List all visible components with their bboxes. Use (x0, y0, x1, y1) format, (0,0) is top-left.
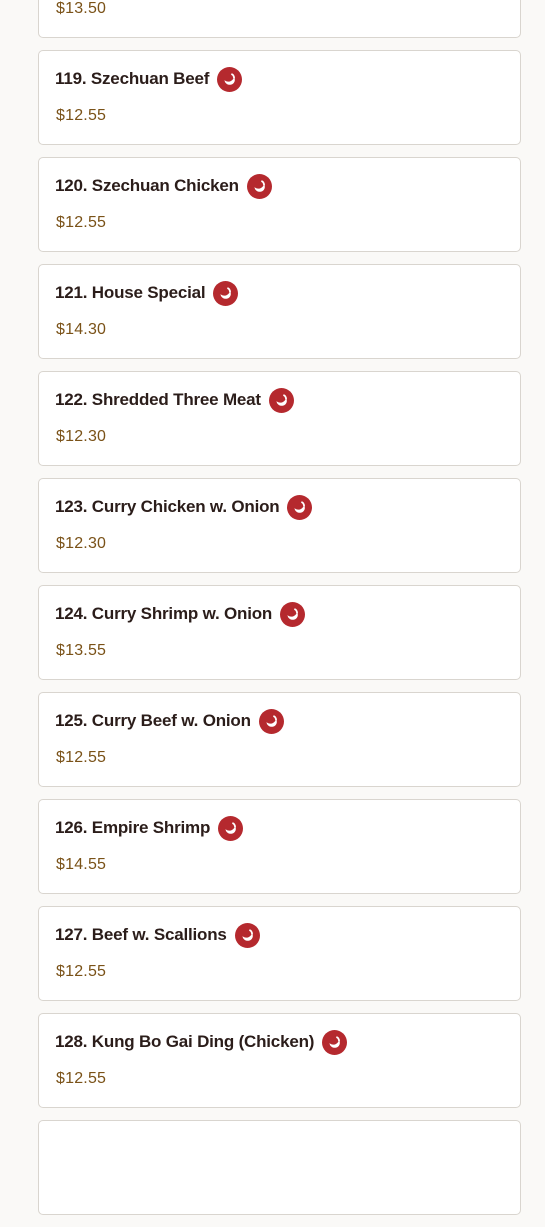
menu-item-card[interactable]: $13.50 (38, 0, 521, 38)
menu-item-card[interactable]: 123. Curry Chicken w. Onion $12.30 (38, 478, 521, 573)
menu-item-price: $12.55 (56, 1070, 107, 1087)
chili-pepper-icon (258, 708, 284, 734)
menu-item-name-row: 128. Kung Bo Gai Ding (Chicken) (55, 1028, 348, 1056)
menu-item-name-row: 127. Beef w. Scallions (55, 921, 260, 949)
chili-pepper-icon (246, 173, 272, 199)
menu-item-name: 127. Beef w. Scallions (55, 925, 227, 944)
menu-item-name: 125. Curry Beef w. Onion (55, 711, 251, 730)
menu-item-price: $12.55 (56, 107, 107, 124)
menu-item-price: $12.55 (56, 749, 107, 766)
chili-pepper-icon (234, 922, 260, 948)
menu-item-name: 126. Empire Shrimp (55, 818, 211, 837)
menu-item-price: $13.55 (56, 642, 107, 659)
chili-pepper-icon (217, 66, 243, 92)
menu-item-price: $13.50 (56, 0, 107, 17)
menu-item-name-row: 122. Shredded Three Meat (55, 386, 294, 414)
menu-item-card[interactable]: 128. Kung Bo Gai Ding (Chicken) $12.55 (38, 1013, 521, 1108)
menu-item-price: $14.55 (56, 856, 107, 873)
menu-item-name: 119. Szechuan Beef (55, 69, 210, 88)
chili-pepper-icon (213, 280, 239, 306)
menu-item-name-row: 123. Curry Chicken w. Onion (55, 493, 313, 521)
chili-pepper-icon (218, 815, 244, 841)
chili-pepper-icon (280, 601, 306, 627)
menu-item-card[interactable]: 124. Curry Shrimp w. Onion $13.55 (38, 585, 521, 680)
menu-item-name-row: 126. Empire Shrimp (55, 814, 244, 842)
menu-item-card[interactable]: 120. Szechuan Chicken $12.55 (38, 157, 521, 252)
menu-item-card[interactable]: 125. Curry Beef w. Onion $12.55 (38, 692, 521, 787)
chili-pepper-icon (268, 387, 294, 413)
menu-item-price: $12.55 (56, 214, 107, 231)
menu-item-card[interactable]: 122. Shredded Three Meat $12.30 (38, 371, 521, 466)
chili-pepper-icon (287, 494, 313, 520)
menu-item-name-row: 120. Szechuan Chicken (55, 172, 272, 200)
menu-item-name-row: 124. Curry Shrimp w. Onion (55, 600, 306, 628)
menu-item-name-row: 125. Curry Beef w. Onion (55, 707, 284, 735)
menu-item-price: $14.30 (56, 321, 107, 338)
menu-item-name: 124. Curry Shrimp w. Onion (55, 604, 273, 623)
menu-item-card[interactable]: 119. Szechuan Beef $12.55 (38, 50, 521, 145)
menu-item-price: $12.30 (56, 535, 107, 552)
menu-item-name-row: 119. Szechuan Beef (55, 65, 243, 93)
menu-item-card[interactable]: 126. Empire Shrimp $14.55 (38, 799, 521, 894)
chili-pepper-icon (322, 1029, 348, 1055)
menu-item-price: $12.55 (56, 963, 107, 980)
menu-item-card[interactable]: 127. Beef w. Scallions $12.55 (38, 906, 521, 1001)
menu-item-name: 128. Kung Bo Gai Ding (Chicken) (55, 1032, 315, 1051)
menu-item-name: 123. Curry Chicken w. Onion (55, 497, 280, 516)
menu-item-list: $13.50 119. Szechuan Beef $12.55 120. Szec… (38, 0, 521, 1227)
menu-item-name: 120. Szechuan Chicken (55, 176, 239, 195)
menu-item-name: 121. House Special (55, 283, 206, 302)
menu-item-name: 122. Shredded Three Meat (55, 390, 261, 409)
menu-item-card[interactable] (38, 1120, 521, 1215)
menu-item-price: $12.30 (56, 428, 107, 445)
menu-item-card[interactable]: 121. House Special $14.30 (38, 264, 521, 359)
menu-item-name-row: 121. House Special (55, 279, 239, 307)
